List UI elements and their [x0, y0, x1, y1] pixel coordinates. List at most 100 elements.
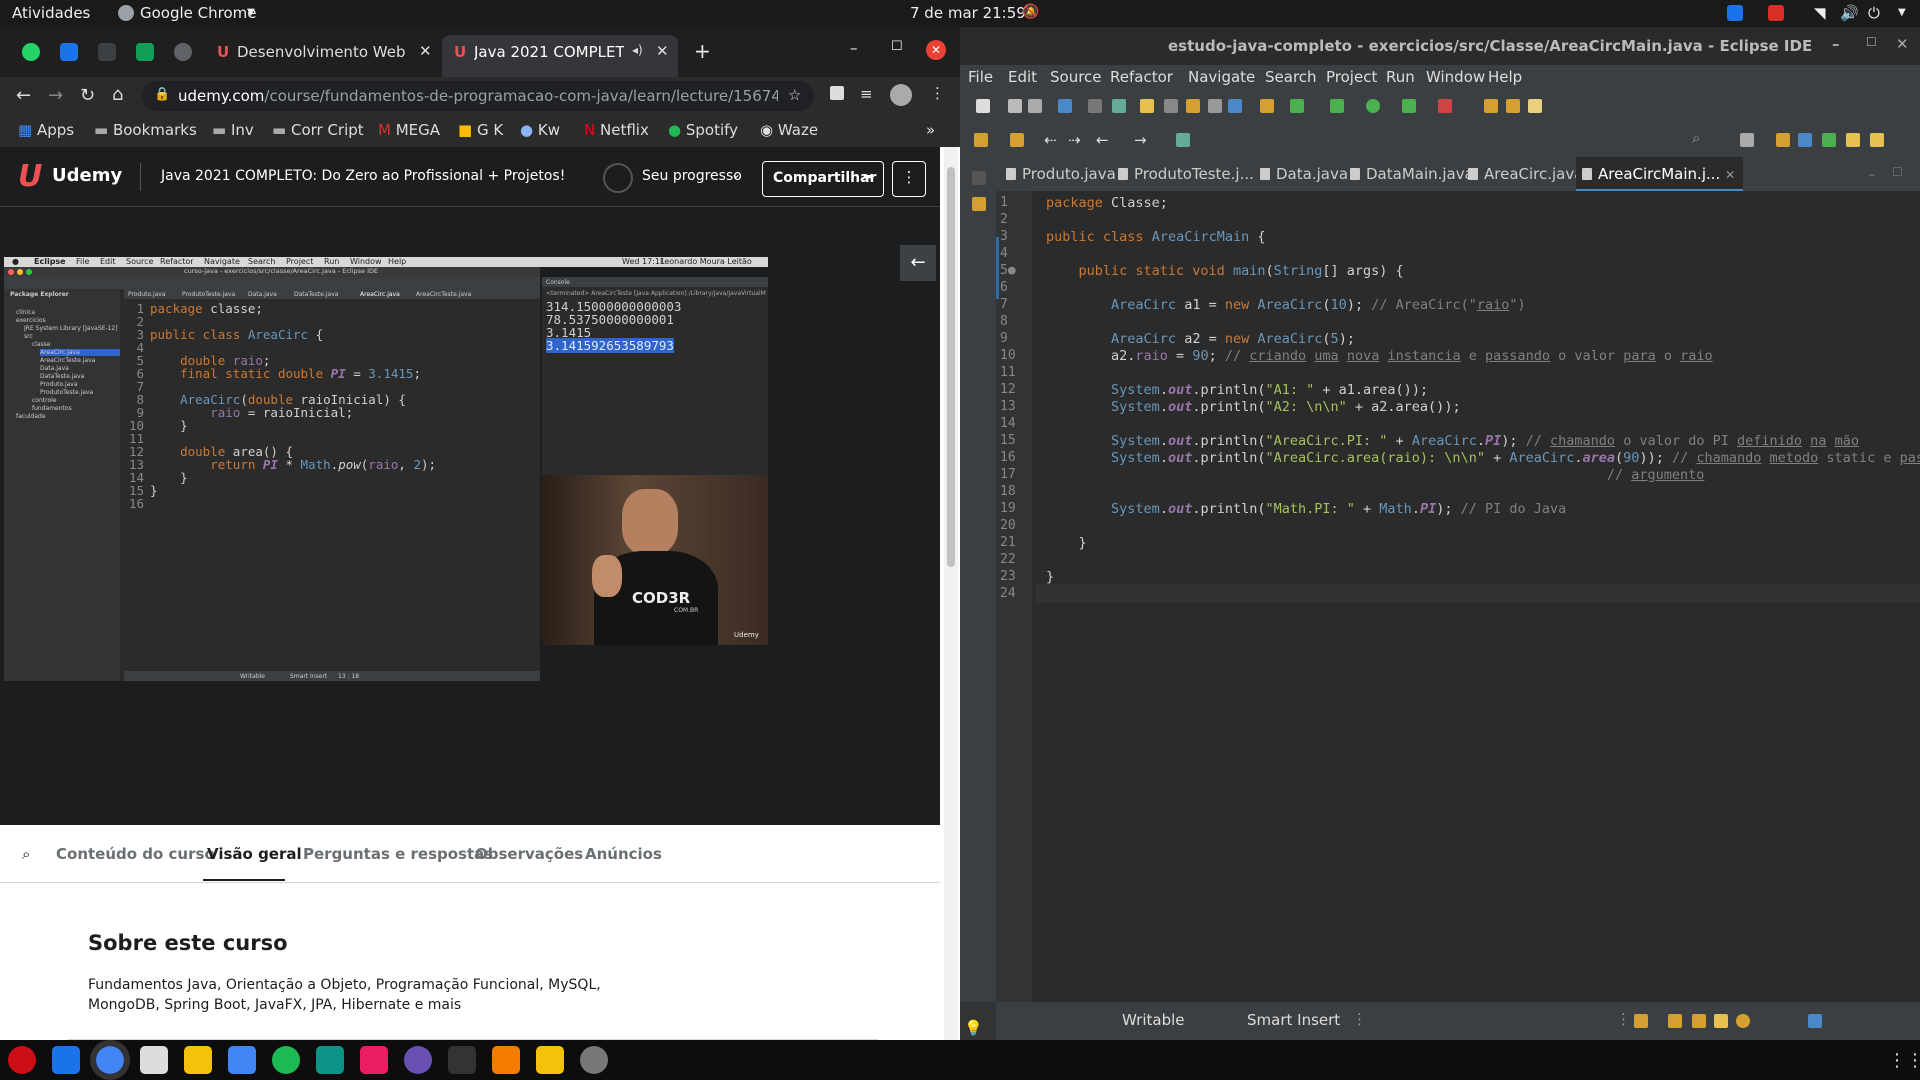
sublime-icon[interactable]: [492, 1046, 520, 1074]
pinned-tab-icon[interactable]: [136, 43, 154, 61]
course-title[interactable]: Java 2021 COMPLETO: Do Zero ao Profissio…: [161, 168, 565, 184]
home-icon[interactable]: ⌂: [112, 84, 123, 105]
status-menu-icon[interactable]: ⋮: [1616, 1010, 1631, 1028]
settings-gear-icon[interactable]: [580, 1046, 608, 1074]
package-explorer-icon[interactable]: [972, 197, 986, 211]
menu-window[interactable]: Window: [1426, 68, 1485, 86]
skip-breakpoints-icon[interactable]: [1088, 99, 1102, 113]
bookmark-kw[interactable]: ● Kw: [520, 121, 560, 139]
java-perspective-icon[interactable]: [1798, 133, 1812, 147]
save-icon[interactable]: [1008, 99, 1022, 113]
code-editor[interactable]: 1 package Classe; 2 3 public class AreaCir…: [996, 191, 1920, 1002]
editor-tab-areacircmain[interactable]: AreaCircMain.j... ✕: [1576, 157, 1744, 191]
opera-icon[interactable]: [8, 1046, 36, 1074]
files-icon[interactable]: [140, 1046, 168, 1074]
menu-run[interactable]: Run: [1386, 68, 1415, 86]
editor-tab-areacirc[interactable]: AreaCirc.java: [1468, 157, 1583, 191]
pinned-tab-icon[interactable]: [60, 43, 78, 61]
profile-avatar[interactable]: [890, 84, 912, 106]
chrome-menu-icon[interactable]: ⋮: [930, 84, 945, 102]
status-tool-icon[interactable]: [1808, 1014, 1822, 1028]
editor-tab-produtoteste[interactable]: ProdutoTeste.j...: [1118, 157, 1254, 191]
tab-questions[interactable]: Perguntas e respostas: [303, 845, 493, 863]
maximize-icon[interactable]: ☐: [1892, 165, 1903, 179]
console-icon[interactable]: [448, 1046, 476, 1074]
toolbar-icon[interactable]: [1186, 99, 1200, 113]
toolbar-icon[interactable]: [1208, 99, 1222, 113]
close-icon[interactable]: ✕: [1725, 168, 1735, 182]
bookmark-apps[interactable]: ▦ Apps: [18, 121, 74, 139]
share-button[interactable]: Compartilhar ➦: [762, 161, 884, 197]
perspective-icon[interactable]: [1870, 133, 1884, 147]
show-apps-icon[interactable]: ⋮⋮: [1888, 1050, 1920, 1071]
status-tool-icon[interactable]: [1692, 1014, 1706, 1028]
dock-app-icon[interactable]: [52, 1046, 80, 1074]
menu-navigate[interactable]: Navigate: [1188, 68, 1255, 86]
coverage-icon[interactable]: [1402, 99, 1416, 113]
clock[interactable]: 7 de mar 21:59: [910, 4, 1026, 22]
tab-overview[interactable]: Visão geral: [207, 845, 302, 863]
bookmark-gk[interactable]: ■ G K: [458, 121, 503, 139]
forward-icon[interactable]: ⇢: [1068, 131, 1081, 149]
back-icon[interactable]: ←: [16, 85, 31, 106]
tab-course-content[interactable]: Conteúdo do curso: [56, 845, 215, 863]
debug-icon[interactable]: [1330, 99, 1344, 113]
editor-tab-produto[interactable]: Produto.java: [1006, 157, 1116, 191]
dock-app-icon[interactable]: [184, 1046, 212, 1074]
pen-icon[interactable]: [1528, 99, 1542, 113]
bookmark-mega[interactable]: M MEGA: [378, 121, 440, 139]
search-icon[interactable]: ⌕: [22, 845, 30, 863]
terminal-app-icon[interactable]: [316, 1046, 344, 1074]
pin-editor-icon[interactable]: [1176, 133, 1190, 147]
tab-java-2021[interactable]: U Java 2021 COMPLETO ◂) ✕: [442, 35, 678, 77]
collapse-sidebar-icon[interactable]: ←: [900, 245, 936, 281]
perspective-icon[interactable]: [1776, 133, 1790, 147]
close-window-button[interactable]: ✕: [926, 40, 946, 60]
video-player[interactable]: ← ● Eclipse File Edit Source Refactor Na…: [0, 207, 940, 825]
lightbulb-icon[interactable]: 💡: [964, 1019, 983, 1037]
bookmark-waze[interactable]: ◉ Waze: [760, 121, 818, 139]
menu-file[interactable]: File: [968, 68, 993, 86]
perspective-icon[interactable]: [1846, 133, 1860, 147]
menu-refactor[interactable]: Refactor: [1110, 68, 1173, 86]
maximize-icon[interactable]: ☐: [1866, 35, 1877, 49]
open-type-icon[interactable]: [1484, 99, 1498, 113]
notes-icon[interactable]: [536, 1046, 564, 1074]
wifi-icon[interactable]: ◥: [1814, 4, 1826, 22]
progress-button[interactable]: Seu progresso: [642, 168, 742, 184]
app-menu[interactable]: Google Chrome: [140, 4, 257, 22]
perspective-icon[interactable]: [1740, 133, 1754, 147]
forward-icon[interactable]: →: [48, 85, 63, 106]
menu-project[interactable]: Project: [1326, 68, 1377, 86]
status-menu-icon[interactable]: ⋮: [1352, 1010, 1367, 1028]
menu-edit[interactable]: Edit: [1008, 68, 1037, 86]
menu-search[interactable]: Search: [1265, 68, 1317, 86]
toolbar-icon[interactable]: [1164, 99, 1178, 113]
bookmark-folder[interactable]: ▬ Bookmarks: [94, 121, 197, 139]
open-task-icon[interactable]: [1506, 99, 1520, 113]
pinned-tab-icon[interactable]: [98, 43, 116, 61]
external-tools-icon[interactable]: [1438, 99, 1452, 113]
more-bookmarks-icon[interactable]: »: [926, 121, 935, 139]
search-icon[interactable]: ⌕: [1692, 129, 1700, 147]
minimize-icon[interactable]: –: [1832, 35, 1840, 53]
status-tool-icon[interactable]: [1736, 1014, 1750, 1028]
docs-icon[interactable]: [228, 1046, 256, 1074]
nav-back-icon[interactable]: ←: [1096, 131, 1109, 149]
editor-tab-data[interactable]: Data.java: [1260, 157, 1348, 191]
eclipse-icon[interactable]: [404, 1046, 432, 1074]
debug-perspective-icon[interactable]: [1822, 133, 1836, 147]
mark-occurrences-icon[interactable]: [1140, 99, 1154, 113]
editor-tab-datamain[interactable]: DataMain.java: [1350, 157, 1474, 191]
volume-icon[interactable]: 🔊: [1840, 4, 1859, 22]
new-java-class-icon[interactable]: [1290, 99, 1304, 113]
reload-icon[interactable]: ↻: [80, 85, 95, 106]
dock-app-icon[interactable]: [360, 1046, 388, 1074]
pinned-drive-icon[interactable]: [174, 43, 192, 61]
maximize-icon[interactable]: ☐: [891, 39, 903, 54]
more-options-button[interactable]: ⋮: [892, 161, 926, 197]
media-control-icon[interactable]: ≡: [860, 85, 873, 103]
bookmark-spotify[interactable]: ● Spotify: [668, 121, 738, 139]
tray-chat-icon[interactable]: [1727, 5, 1743, 21]
bookmark-netflix[interactable]: N Netflix: [584, 121, 649, 139]
